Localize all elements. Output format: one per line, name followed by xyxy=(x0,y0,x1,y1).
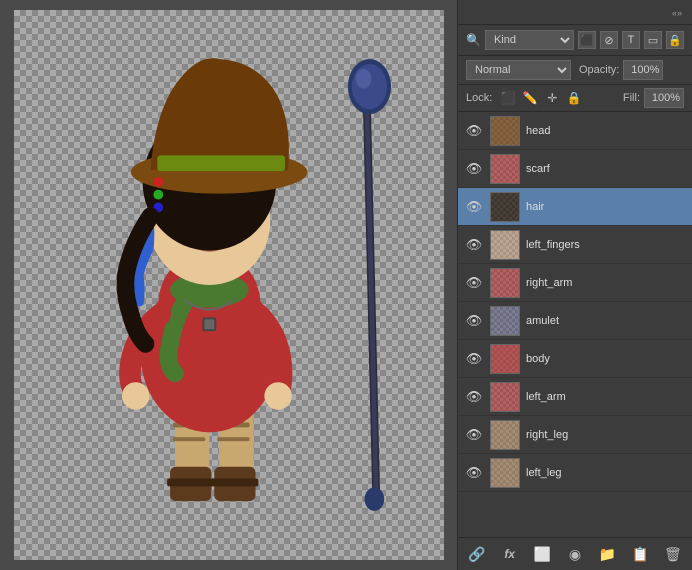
link-layers-btn[interactable]: 🔗 xyxy=(466,543,488,565)
eye-icon-left_arm[interactable]: 👁 xyxy=(464,387,484,407)
eye-icon-hair[interactable]: 👁 xyxy=(464,197,484,217)
filter-pixel-btn[interactable]: ⬛ xyxy=(578,31,596,49)
layer-name-body: body xyxy=(526,353,686,365)
canvas-area xyxy=(0,0,457,570)
layer-name-right_arm: right_arm xyxy=(526,277,686,289)
lock-transparent-btn[interactable]: ⬛ xyxy=(499,89,517,107)
eye-icon-head[interactable]: 👁 xyxy=(464,121,484,141)
filter-text-btn[interactable]: T xyxy=(622,31,640,49)
layer-item-head[interactable]: 👁 head xyxy=(458,112,692,150)
filter-smartobj-btn[interactable]: 🔒 xyxy=(666,31,684,49)
layers-list[interactable]: 👁head👁scarf👁hair👁left_fingers👁right_arm👁… xyxy=(458,112,692,537)
opacity-input[interactable] xyxy=(623,60,663,80)
eye-icon-scarf[interactable]: 👁 xyxy=(464,159,484,179)
filter-shape-btn[interactable]: ▭ xyxy=(644,31,662,49)
lock-row: Lock: ⬛ ✏️ ✛ 🔒 Fill: xyxy=(458,85,692,112)
layer-name-hair: hair xyxy=(526,201,686,213)
layer-name-left_arm: left_arm xyxy=(526,391,686,403)
add-mask-btn[interactable]: ⬜ xyxy=(531,543,553,565)
eye-icon-left_leg[interactable]: 👁 xyxy=(464,463,484,483)
layer-thumb-head xyxy=(490,116,520,146)
panel-header: «» xyxy=(458,0,692,25)
layer-thumb-left_arm xyxy=(490,382,520,412)
eye-icon-right_leg[interactable]: 👁 xyxy=(464,425,484,445)
layer-thumb-right_arm xyxy=(490,268,520,298)
layer-item-right_leg[interactable]: 👁 right_leg xyxy=(458,416,692,454)
layer-thumb-scarf xyxy=(490,154,520,184)
search-icon: 🔍 xyxy=(466,33,481,47)
panel-collapse-arrows[interactable]: «» xyxy=(672,8,682,18)
layer-name-left_leg: left_leg xyxy=(526,467,686,479)
layer-thumb-hair xyxy=(490,192,520,222)
blend-mode-select[interactable]: Normal xyxy=(466,60,571,80)
layer-thumb-amulet xyxy=(490,306,520,336)
layer-item-body[interactable]: 👁 body xyxy=(458,340,692,378)
filter-kind-select[interactable]: Kind xyxy=(485,30,574,50)
layer-thumb-body xyxy=(490,344,520,374)
lock-all-btn[interactable]: 🔒 xyxy=(565,89,583,107)
layer-item-hair[interactable]: 👁 hair xyxy=(458,188,692,226)
delete-layer-btn[interactable]: 🗑 xyxy=(662,543,684,565)
layer-name-head: head xyxy=(526,125,686,137)
layer-item-amulet[interactable]: 👁 amulet xyxy=(458,302,692,340)
layer-thumb-right_leg xyxy=(490,420,520,450)
layer-name-scarf: scarf xyxy=(526,163,686,175)
layers-bottom-toolbar: 🔗 fx ⬜ ◉ 📁 📋 🗑 xyxy=(458,537,692,570)
lock-label: Lock: xyxy=(466,92,492,104)
filter-row: 🔍 Kind ⬛ ⊘ T ▭ 🔒 xyxy=(458,25,692,56)
layer-thumb-left_leg xyxy=(490,458,520,488)
fill-label: Fill: xyxy=(623,92,640,104)
opacity-label: Opacity: xyxy=(579,64,619,76)
eye-icon-amulet[interactable]: 👁 xyxy=(464,311,484,331)
filter-adjust-btn[interactable]: ⊘ xyxy=(600,31,618,49)
layer-name-amulet: amulet xyxy=(526,315,686,327)
layer-item-left_arm[interactable]: 👁 left_arm xyxy=(458,378,692,416)
layer-item-left_leg[interactable]: 👁 left_leg xyxy=(458,454,692,492)
layer-item-right_arm[interactable]: 👁 right_arm xyxy=(458,264,692,302)
new-layer-btn[interactable]: 📋 xyxy=(629,543,651,565)
character-sprite xyxy=(14,10,444,560)
layer-name-left_fingers: left_fingers xyxy=(526,239,686,251)
layer-item-left_fingers[interactable]: 👁 left_fingers xyxy=(458,226,692,264)
blend-row: Normal Opacity: xyxy=(458,56,692,85)
group-layers-btn[interactable]: 📁 xyxy=(597,543,619,565)
lock-position-btn[interactable]: ✛ xyxy=(543,89,561,107)
layer-styles-btn[interactable]: fx xyxy=(499,543,521,565)
layer-thumb-left_fingers xyxy=(490,230,520,260)
layer-item-scarf[interactable]: 👁 scarf xyxy=(458,150,692,188)
adjustment-btn[interactable]: ◉ xyxy=(564,543,586,565)
canvas-checkerboard xyxy=(14,10,444,560)
eye-icon-body[interactable]: 👁 xyxy=(464,349,484,369)
layer-name-right_leg: right_leg xyxy=(526,429,686,441)
layers-panel: «» 🔍 Kind ⬛ ⊘ T ▭ 🔒 Normal Opacity: Lock… xyxy=(457,0,692,570)
lock-image-btn[interactable]: ✏️ xyxy=(521,89,539,107)
eye-icon-right_arm[interactable]: 👁 xyxy=(464,273,484,293)
fill-input[interactable] xyxy=(644,88,684,108)
eye-icon-left_fingers[interactable]: 👁 xyxy=(464,235,484,255)
